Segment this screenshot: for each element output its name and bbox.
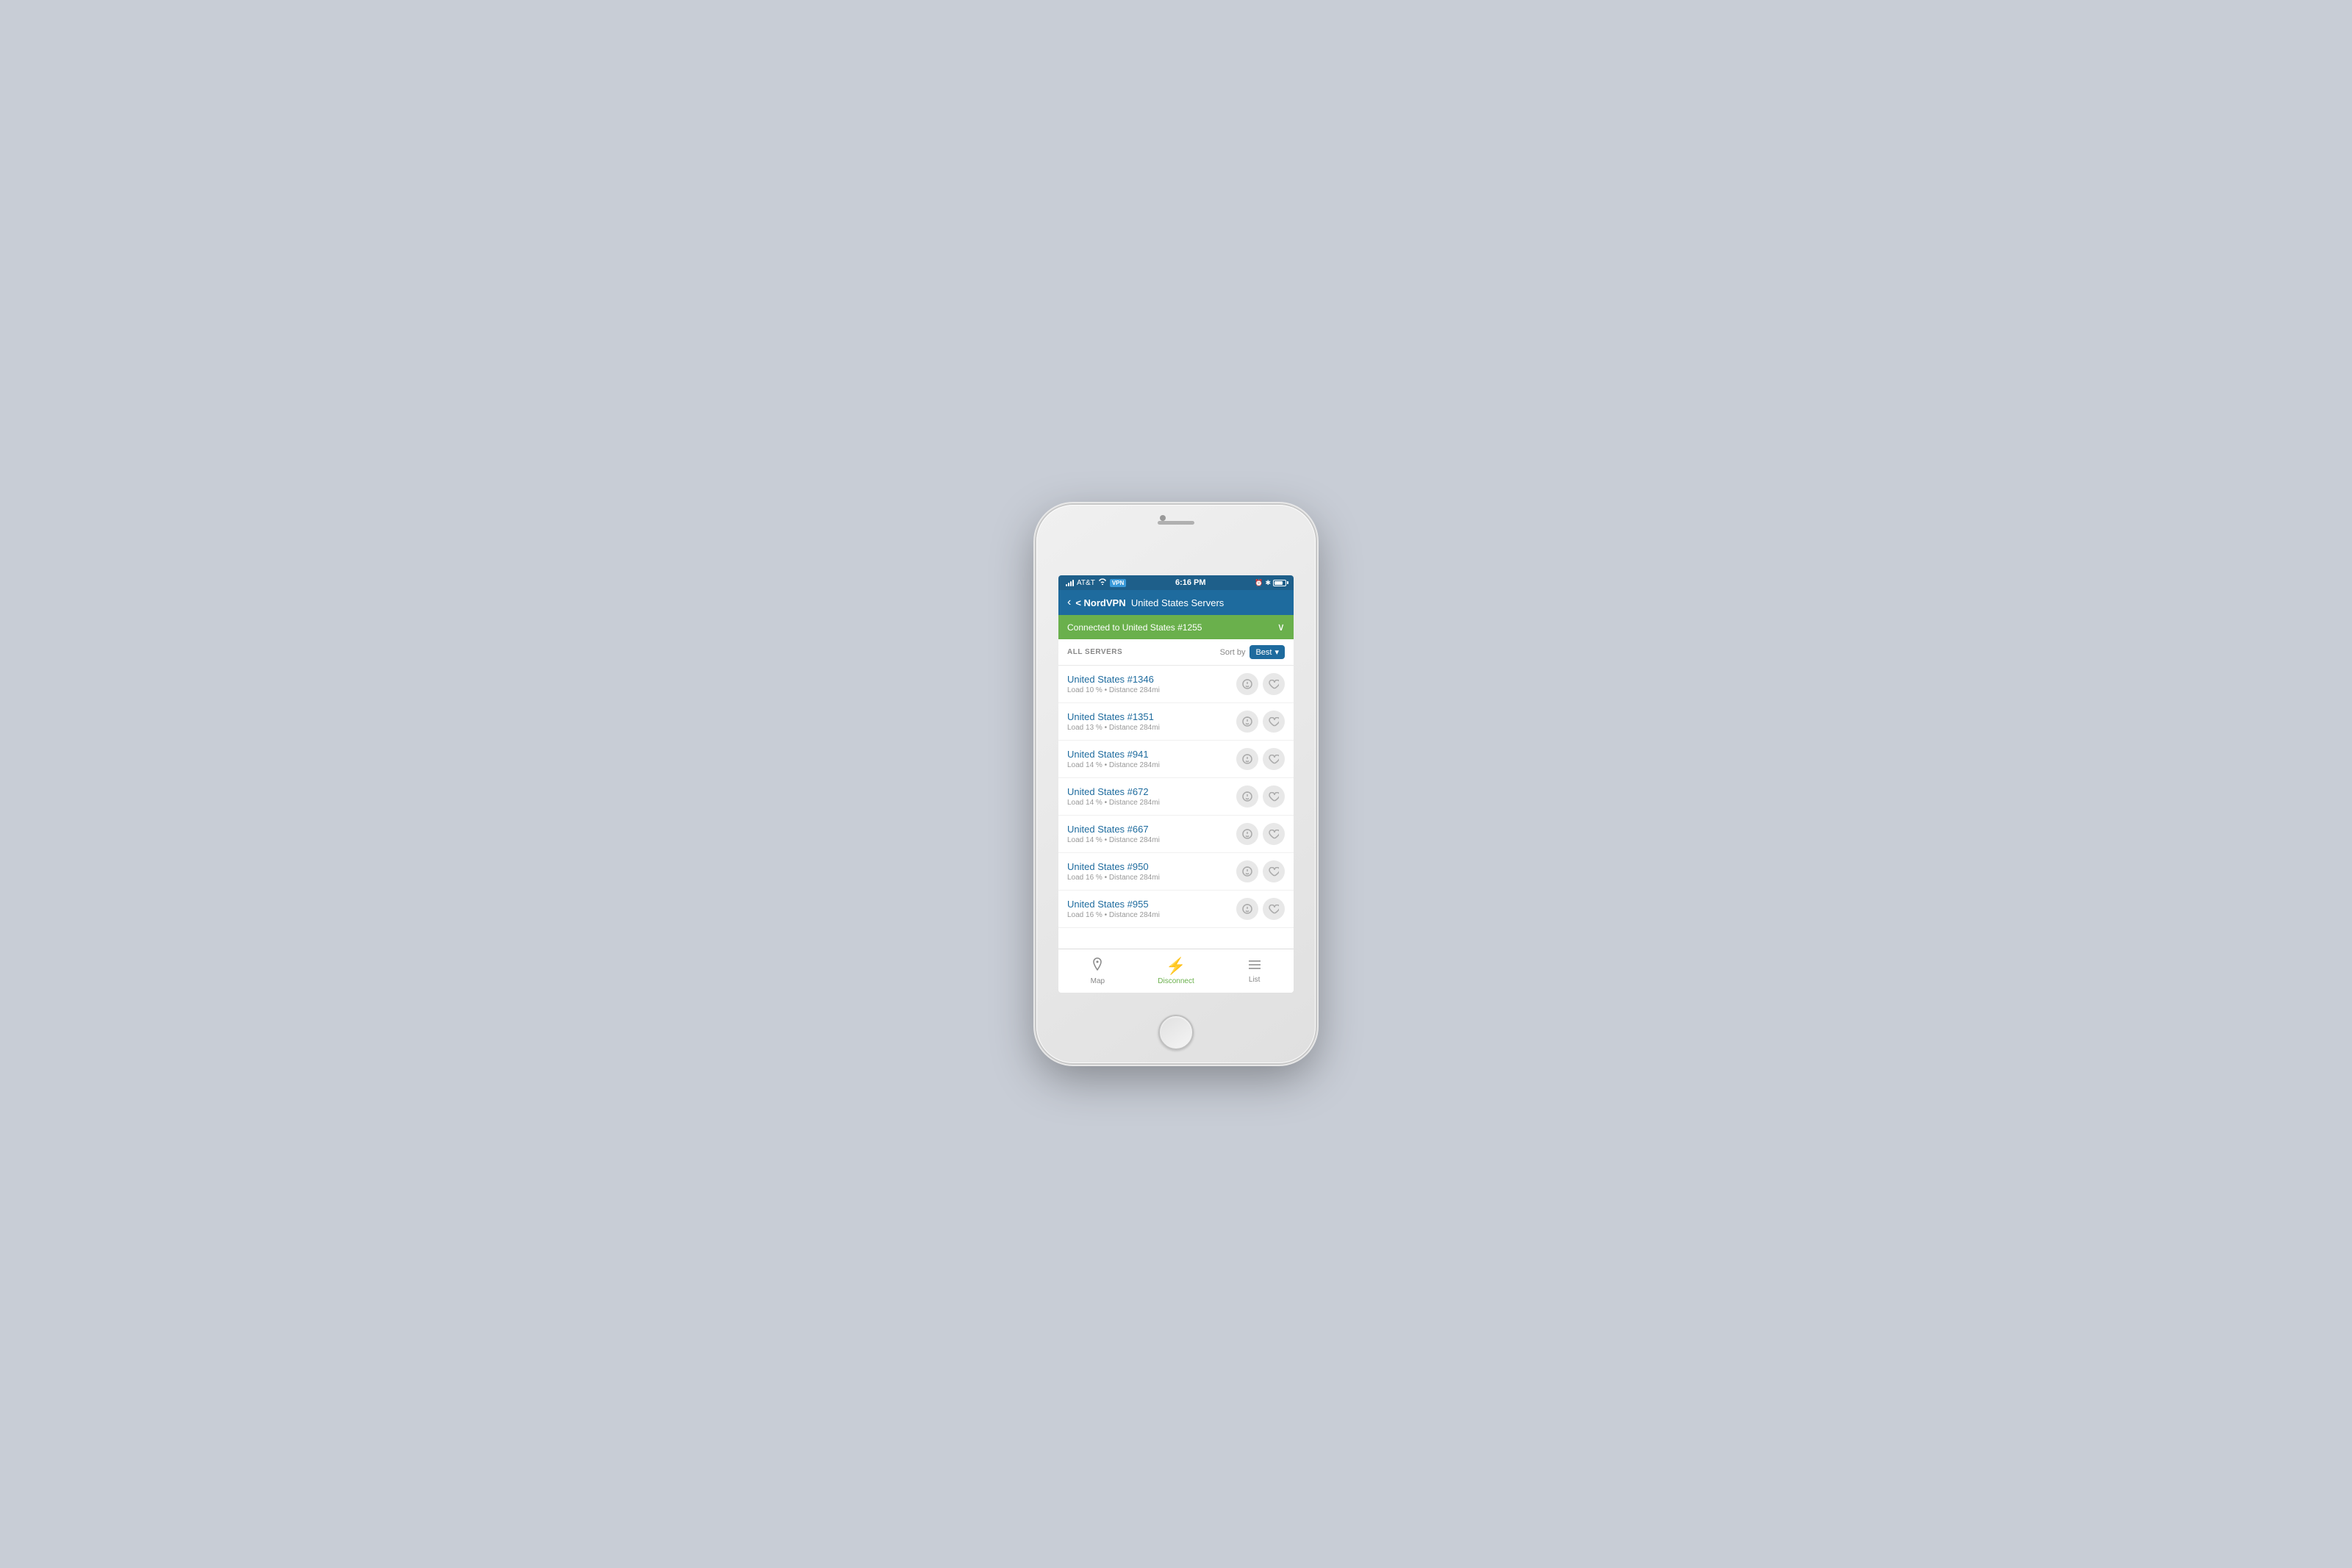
banner-chevron-icon: ∨ [1277, 621, 1285, 633]
server-meta: Load 16 % • Distance 284mi [1067, 874, 1236, 882]
list-header: ALL SERVERS Sort by Best ▾ [1058, 639, 1294, 666]
connect-button[interactable] [1236, 823, 1258, 845]
server-info: United States #667 Load 14 % • Distance … [1067, 824, 1236, 844]
carrier-label: AT&T [1077, 579, 1095, 587]
server-name: United States #672 [1067, 786, 1236, 797]
server-meta: Load 10 % • Distance 284mi [1067, 686, 1236, 694]
phone-camera [1160, 515, 1166, 521]
server-actions [1236, 785, 1285, 808]
server-info: United States #1346 Load 10 % • Distance… [1067, 674, 1236, 694]
server-list-item: United States #667 Load 14 % • Distance … [1058, 816, 1294, 853]
server-info: United States #955 Load 16 % • Distance … [1067, 899, 1236, 919]
server-list-item: United States #672 Load 14 % • Distance … [1058, 778, 1294, 816]
server-name: United States #955 [1067, 899, 1236, 910]
tab-map[interactable]: Map [1058, 949, 1137, 993]
connected-text: Connected to United States #1255 [1067, 622, 1202, 633]
server-actions [1236, 711, 1285, 733]
status-left: AT&T VPN [1066, 578, 1126, 587]
server-actions [1236, 860, 1285, 882]
sort-by-label: Sort by [1220, 648, 1246, 657]
alarm-icon: ⏰ [1255, 579, 1263, 587]
server-info: United States #672 Load 14 % • Distance … [1067, 786, 1236, 807]
favorite-button[interactable] [1263, 860, 1285, 882]
sort-chevron-icon: ▾ [1274, 647, 1279, 657]
server-meta: Load 14 % • Distance 284mi [1067, 799, 1236, 807]
server-meta: Load 16 % • Distance 284mi [1067, 911, 1236, 919]
connect-button[interactable] [1236, 860, 1258, 882]
sort-dropdown[interactable]: Best ▾ [1250, 645, 1285, 659]
server-actions [1236, 898, 1285, 920]
phone-speaker [1158, 521, 1194, 525]
server-info: United States #941 Load 14 % • Distance … [1067, 749, 1236, 769]
tab-list[interactable]: List [1215, 949, 1294, 993]
status-bar: AT&T VPN 6:16 PM ⏰ ✱ [1058, 575, 1294, 590]
phone-screen: AT&T VPN 6:16 PM ⏰ ✱ [1058, 575, 1294, 993]
server-info: United States #950 Load 16 % • Distance … [1067, 861, 1236, 882]
list-icon [1248, 959, 1261, 974]
server-info: United States #1351 Load 13 % • Distance… [1067, 711, 1236, 732]
back-button[interactable]: ‹ [1067, 596, 1071, 609]
status-time: 6:16 PM [1175, 578, 1206, 587]
connect-button[interactable] [1236, 898, 1258, 920]
all-servers-label: ALL SERVERS [1067, 648, 1122, 656]
map-icon [1091, 957, 1104, 976]
vpn-badge: VPN [1110, 579, 1126, 587]
server-actions [1236, 748, 1285, 770]
server-list-item: United States #950 Load 16 % • Distance … [1058, 853, 1294, 891]
connect-button[interactable] [1236, 673, 1258, 695]
phone-frame: AT&T VPN 6:16 PM ⏰ ✱ [1036, 505, 1316, 1063]
tab-bar: Map ⚡ Disconnect List [1058, 949, 1294, 993]
server-actions [1236, 673, 1285, 695]
signal-bars-icon [1066, 579, 1074, 586]
disconnect-lightning-icon: ⚡ [1166, 957, 1186, 976]
server-list-item: United States #955 Load 16 % • Distance … [1058, 891, 1294, 928]
favorite-button[interactable] [1263, 823, 1285, 845]
tab-map-label: Map [1091, 977, 1105, 985]
server-name: United States #1346 [1067, 674, 1236, 685]
server-meta: Load 14 % • Distance 284mi [1067, 761, 1236, 769]
sort-value: Best [1255, 648, 1272, 657]
nav-bar: ‹ < NordVPN United States Servers [1058, 590, 1294, 615]
favorite-button[interactable] [1263, 673, 1285, 695]
tab-disconnect-label: Disconnect [1158, 977, 1194, 985]
battery-icon [1273, 580, 1286, 586]
server-meta: Load 14 % • Distance 284mi [1067, 836, 1236, 844]
server-list-item: United States #941 Load 14 % • Distance … [1058, 741, 1294, 778]
favorite-button[interactable] [1263, 711, 1285, 733]
server-list-item: United States #1346 Load 10 % • Distance… [1058, 666, 1294, 703]
tab-disconnect[interactable]: ⚡ Disconnect [1137, 949, 1216, 993]
sort-section: Sort by Best ▾ [1220, 645, 1285, 659]
favorite-button[interactable] [1263, 748, 1285, 770]
wifi-icon [1098, 578, 1107, 587]
server-name: United States #1351 [1067, 711, 1236, 722]
home-button[interactable] [1158, 1015, 1194, 1050]
server-actions [1236, 823, 1285, 845]
server-name: United States #667 [1067, 824, 1236, 835]
bluetooth-icon: ✱ [1265, 579, 1271, 587]
server-list-item: United States #1351 Load 13 % • Distance… [1058, 703, 1294, 741]
connect-button[interactable] [1236, 785, 1258, 808]
favorite-button[interactable] [1263, 785, 1285, 808]
server-name: United States #950 [1067, 861, 1236, 872]
nav-title: < NordVPN United States Servers [1075, 597, 1224, 608]
server-meta: Load 13 % • Distance 284mi [1067, 724, 1236, 732]
tab-list-label: List [1249, 976, 1261, 984]
connected-banner[interactable]: Connected to United States #1255 ∨ [1058, 615, 1294, 639]
connect-button[interactable] [1236, 711, 1258, 733]
status-right: ⏰ ✱ [1255, 579, 1286, 587]
connect-button[interactable] [1236, 748, 1258, 770]
server-list: United States #1346 Load 10 % • Distance… [1058, 666, 1294, 949]
server-name: United States #941 [1067, 749, 1236, 760]
favorite-button[interactable] [1263, 898, 1285, 920]
